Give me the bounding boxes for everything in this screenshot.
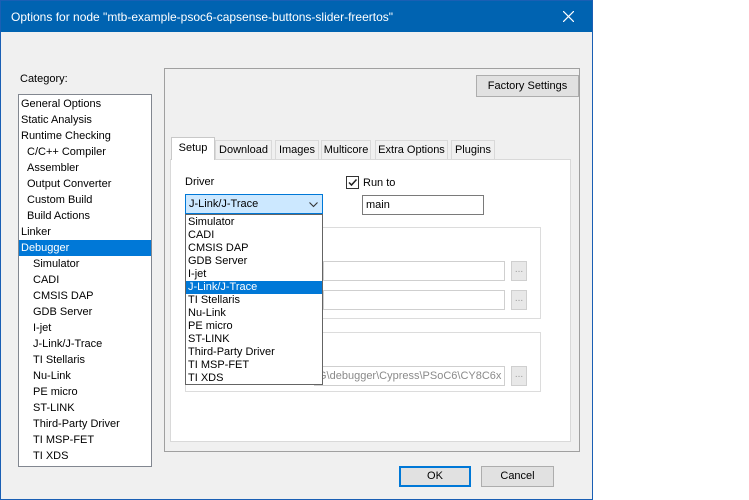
driver-select[interactable]: J-Link/J-Trace [185, 194, 323, 214]
category-item[interactable]: Nu-Link [19, 368, 151, 384]
driver-option[interactable]: I-jet [186, 268, 322, 281]
tab-download[interactable]: Download [215, 140, 272, 159]
driver-option[interactable]: Nu-Link [186, 307, 322, 320]
driver-label: Driver [185, 176, 215, 188]
close-button[interactable] [546, 1, 592, 32]
cancel-button[interactable]: Cancel [481, 466, 554, 487]
category-item[interactable]: I-jet [19, 320, 151, 336]
browse-button-2[interactable]: ... [511, 290, 527, 310]
tab-setup[interactable]: Setup [171, 137, 215, 160]
ok-button[interactable]: OK [399, 466, 471, 487]
category-list[interactable]: General Options Static Analysis Runtime Ch… [18, 94, 152, 467]
driver-option[interactable]: Simulator [186, 216, 322, 229]
driver-option[interactable]: J-Link/J-Trace [186, 281, 322, 294]
category-item[interactable]: TI MSP-FET [19, 432, 151, 448]
tab-plugins[interactable]: Plugins [451, 140, 495, 159]
category-item[interactable]: Runtime Checking [19, 128, 151, 144]
driver-select-value: J-Link/J-Trace [189, 198, 259, 210]
category-item[interactable]: PE micro [19, 384, 151, 400]
category-label: Category: [20, 73, 68, 85]
driver-option[interactable]: TI MSP-FET [186, 359, 322, 372]
browse-button-3[interactable]: ... [511, 366, 527, 386]
driver-option[interactable]: GDB Server [186, 255, 322, 268]
category-item[interactable]: Static Analysis [19, 112, 151, 128]
category-item[interactable]: Build Actions [19, 208, 151, 224]
category-item[interactable]: Assembler [19, 160, 151, 176]
category-item[interactable]: TI XDS [19, 448, 151, 464]
category-item[interactable]: Output Converter [19, 176, 151, 192]
category-item[interactable]: Linker [19, 224, 151, 240]
tab-multicore[interactable]: Multicore [321, 140, 371, 159]
factory-settings-button[interactable]: Factory Settings [476, 75, 579, 97]
tab-extra-options[interactable]: Extra Options [375, 140, 448, 159]
disabled-field-2 [323, 290, 505, 310]
category-item[interactable]: Third-Party Driver [19, 416, 151, 432]
run-to-label: Run to [363, 177, 396, 189]
window-title: Options for node "mtb-example-psoc6-caps… [11, 10, 394, 24]
run-to-value: main [366, 199, 390, 211]
category-item[interactable]: Debugger [19, 240, 151, 256]
driver-option[interactable]: TI Stellaris [186, 294, 322, 307]
category-item[interactable]: GDB Server [19, 304, 151, 320]
category-item[interactable]: C/C++ Compiler [19, 144, 151, 160]
category-item[interactable]: CMSIS DAP [19, 288, 151, 304]
category-item[interactable]: ST-LINK [19, 400, 151, 416]
run-to-input[interactable]: main [362, 195, 484, 215]
driver-option[interactable]: CMSIS DAP [186, 242, 322, 255]
driver-option[interactable]: ST-LINK [186, 333, 322, 346]
driver-option[interactable]: PE micro [186, 320, 322, 333]
driver-option[interactable]: CADI [186, 229, 322, 242]
chevron-down-icon [309, 199, 318, 211]
path-field: G\debugger\Cypress\PSoC6\CY8C6x [314, 366, 505, 386]
category-item[interactable]: Custom Build [19, 192, 151, 208]
category-item[interactable]: General Options [19, 96, 151, 112]
driver-dropdown-list[interactable]: Simulator CADI CMSIS DAP GDB Server I-jet J-L… [185, 214, 323, 385]
driver-option[interactable]: Third-Party Driver [186, 346, 322, 359]
category-item[interactable]: CADI [19, 272, 151, 288]
tab-images[interactable]: Images [275, 140, 319, 159]
category-item[interactable]: J-Link/J-Trace [19, 336, 151, 352]
path-text: G\debugger\Cypress\PSoC6\CY8C6x [318, 370, 502, 382]
driver-option[interactable]: TI XDS [186, 372, 322, 385]
run-to-checkbox[interactable] [346, 176, 359, 189]
category-item[interactable]: Simulator [19, 256, 151, 272]
browse-button-1[interactable]: ... [511, 261, 527, 281]
disabled-field-1 [323, 261, 505, 281]
category-item[interactable]: TI Stellaris [19, 352, 151, 368]
title-bar[interactable]: Options for node "mtb-example-psoc6-caps… [1, 1, 592, 32]
options-dialog: Options for node "mtb-example-psoc6-caps… [0, 0, 593, 500]
